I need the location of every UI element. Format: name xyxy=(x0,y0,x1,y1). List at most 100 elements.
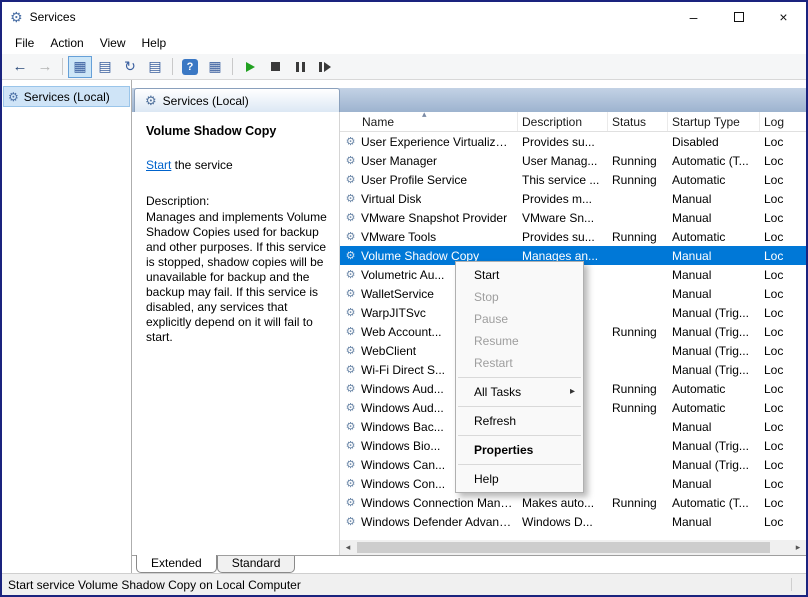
services-app-icon: ⚙ xyxy=(10,9,23,26)
column-header-name[interactable]: ▴ Name xyxy=(340,112,518,131)
table-row[interactable]: ⚙ Virtual Disk Provides m... Manual Loc xyxy=(340,189,806,208)
cell-log-on-as: Loc xyxy=(760,344,806,358)
play-icon xyxy=(246,62,255,72)
cell-log-on-as: Loc xyxy=(760,477,806,491)
service-name: Virtual Disk xyxy=(361,192,421,206)
all-tasks-label: All Tasks xyxy=(474,385,521,399)
window-title: Services xyxy=(30,10,76,24)
service-gear-icon: ⚙ xyxy=(344,268,357,281)
scroll-left-icon[interactable]: ◂ xyxy=(340,540,356,555)
console-tree-icon[interactable]: ▦ xyxy=(68,56,92,78)
cell-startup-type: Automatic xyxy=(668,401,760,415)
cell-description: Provides su... xyxy=(518,135,608,149)
service-gear-icon: ⚙ xyxy=(344,249,357,262)
cell-description: Provides m... xyxy=(518,192,608,206)
cell-log-on-as: Loc xyxy=(760,287,806,301)
cell-status: Running xyxy=(608,401,668,415)
service-name: Windows Con... xyxy=(361,477,445,491)
scrollbar-thumb[interactable] xyxy=(357,542,770,553)
column-header-description[interactable]: Description xyxy=(518,112,608,131)
menu-view[interactable]: View xyxy=(92,34,134,52)
context-menu-item-start[interactable]: Start xyxy=(456,264,583,286)
cell-startup-type: Disabled xyxy=(668,135,760,149)
menu-action[interactable]: Action xyxy=(42,34,91,52)
menu-help[interactable]: Help xyxy=(134,34,175,52)
context-menu-item-help[interactable]: Help xyxy=(456,468,583,490)
cell-description: Makes auto... xyxy=(518,496,608,510)
context-menu-item-refresh[interactable]: Refresh xyxy=(456,410,583,432)
table-row[interactable]: ⚙ VMware Snapshot Provider VMware Sn... … xyxy=(340,208,806,227)
service-name: WebClient xyxy=(361,344,416,358)
context-menu-item-all-tasks[interactable]: All Tasks ▸ xyxy=(456,381,583,403)
service-name: Windows Connection Mana... xyxy=(361,496,514,510)
table-row[interactable]: ⚙ User Profile Service This service ... … xyxy=(340,170,806,189)
extended-view-icon[interactable]: ▦ xyxy=(203,56,227,78)
pause-icon xyxy=(296,62,305,72)
service-gear-icon: ⚙ xyxy=(344,173,357,186)
tab-standard[interactable]: Standard xyxy=(217,556,296,573)
table-row[interactable]: ⚙ User Manager User Manag... Running Aut… xyxy=(340,151,806,170)
description-text: Manages and implements Volume Shadow Cop… xyxy=(146,210,332,345)
context-menu-item-properties[interactable]: Properties xyxy=(456,439,583,461)
sort-ascending-icon: ▴ xyxy=(422,112,427,120)
console-tree-panel: ⚙ Services (Local) xyxy=(2,80,132,573)
cell-startup-type: Automatic xyxy=(668,230,760,244)
table-row[interactable]: ⚙ User Experience Virtualizatio... Provi… xyxy=(340,132,806,151)
cell-startup-type: Manual xyxy=(668,420,760,434)
service-gear-icon: ⚙ xyxy=(344,135,357,148)
cell-log-on-as: Loc xyxy=(760,154,806,168)
status-bar-divider xyxy=(791,578,792,591)
close-button[interactable]: × xyxy=(761,2,806,32)
service-name: User Profile Service xyxy=(361,173,467,187)
tree-item-services-local[interactable]: ⚙ Services (Local) xyxy=(3,86,130,107)
maximize-button[interactable] xyxy=(716,2,761,32)
table-row[interactable]: ⚙ Windows Defender Advanc... Windows D..… xyxy=(340,512,806,531)
minimize-button[interactable]: – xyxy=(671,2,716,32)
tab-extended[interactable]: Extended xyxy=(136,555,217,573)
cell-log-on-as: Loc xyxy=(760,192,806,206)
menu-separator xyxy=(458,406,581,407)
service-name: WarpJITSvc xyxy=(361,306,426,320)
toolbar-separator xyxy=(172,58,173,75)
menu-bar: File Action View Help xyxy=(2,32,806,54)
column-header-startup-type[interactable]: Startup Type xyxy=(668,112,760,131)
column-header-status[interactable]: Status xyxy=(608,112,668,131)
list-column-headers: ▴ Name Description Status Startup Type L… xyxy=(340,112,806,132)
start-service-link[interactable]: Start xyxy=(146,158,171,172)
cell-startup-type: Manual (Trig... xyxy=(668,325,760,339)
properties-list-icon[interactable]: ▤ xyxy=(93,56,117,78)
help-icon[interactable]: ? xyxy=(178,56,202,78)
restart-service-icon[interactable] xyxy=(313,56,337,78)
service-gear-icon: ⚙ xyxy=(344,382,357,395)
service-gear-icon: ⚙ xyxy=(344,287,357,300)
cell-name: ⚙ Windows Connection Mana... xyxy=(340,496,518,510)
back-icon[interactable]: ← xyxy=(8,56,32,78)
table-row[interactable]: ⚙ VMware Tools Provides su... Running Au… xyxy=(340,227,806,246)
horizontal-scrollbar[interactable]: ◂ ▸ xyxy=(340,540,806,555)
tree-item-label: Services (Local) xyxy=(24,90,110,104)
cell-description: VMware Sn... xyxy=(518,211,608,225)
cell-startup-type: Manual (Trig... xyxy=(668,363,760,377)
cell-startup-type: Manual (Trig... xyxy=(668,344,760,358)
menu-file[interactable]: File xyxy=(7,34,42,52)
scrollbar-track[interactable] xyxy=(356,540,790,555)
refresh-icon[interactable]: ↻ xyxy=(118,56,142,78)
service-gear-icon: ⚙ xyxy=(344,401,357,414)
cell-log-on-as: Loc xyxy=(760,382,806,396)
start-service-icon[interactable] xyxy=(238,56,262,78)
export-list-icon[interactable]: ▤ xyxy=(143,56,167,78)
table-row[interactable]: ⚙ Windows Connection Mana... Makes auto.… xyxy=(340,493,806,512)
cell-status: Running xyxy=(608,325,668,339)
scroll-right-icon[interactable]: ▸ xyxy=(790,540,806,555)
stop-service-icon[interactable] xyxy=(263,56,287,78)
view-tabs: Extended Standard xyxy=(132,555,806,573)
cell-startup-type: Manual xyxy=(668,477,760,491)
cell-startup-type: Automatic (T... xyxy=(668,496,760,510)
pause-service-icon[interactable] xyxy=(288,56,312,78)
column-header-log-on-as[interactable]: Log xyxy=(760,112,806,131)
service-gear-icon: ⚙ xyxy=(344,439,357,452)
cell-log-on-as: Loc xyxy=(760,135,806,149)
stop-icon xyxy=(271,62,280,71)
context-menu-item-restart: Restart xyxy=(456,352,583,374)
cell-log-on-as: Loc xyxy=(760,306,806,320)
